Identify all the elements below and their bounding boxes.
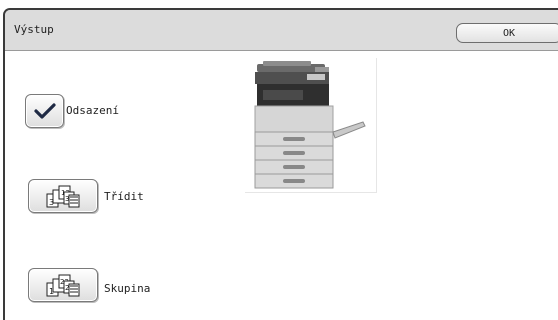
sort-button[interactable]: 3 12 3 — [28, 179, 98, 213]
sort-label: Třídit — [104, 190, 144, 203]
ok-button[interactable]: OK — [456, 23, 558, 43]
dialog-title: Výstup — [14, 23, 54, 36]
checkmark-icon — [34, 103, 56, 119]
group-label: Skupina — [104, 282, 151, 295]
title-bar: Výstup OK — [5, 10, 558, 51]
sort-stack-icon: 3 12 3 — [46, 185, 80, 208]
copier-illustration — [245, 58, 377, 193]
copier-machine-icon — [254, 61, 366, 189]
group-button[interactable]: 1 22 2 — [28, 268, 98, 302]
offset-label: Odsazení — [66, 104, 119, 117]
group-stack-icon: 1 22 2 — [46, 274, 80, 297]
offset-toggle-button[interactable] — [25, 94, 64, 128]
